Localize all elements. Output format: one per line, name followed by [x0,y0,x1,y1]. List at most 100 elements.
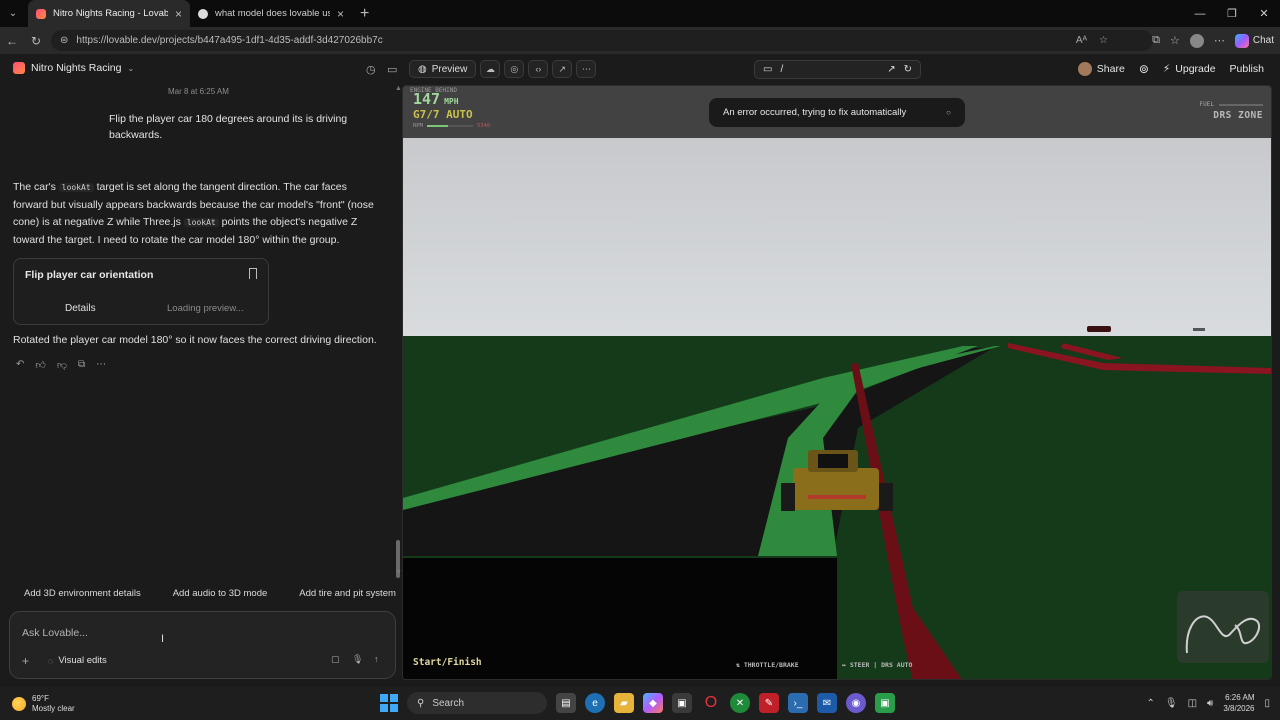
xbox-icon[interactable]: ✕ [730,693,750,713]
volume-icon[interactable]: 🔊︎ [1207,698,1213,709]
chat-mode-icon[interactable]: ▢ [331,654,340,665]
scroll-down-icon[interactable]: ▼ [395,569,402,576]
sidebar-toggle-icon[interactable]: ▭ [387,63,397,76]
reload-preview-icon[interactable]: ↻ [904,64,912,75]
suggestion-chip[interactable]: Add 3D environment details [13,588,141,599]
weather-condition: Mostly clear [32,704,75,713]
url-text: https://lovable.dev/projects/b447a495-1d… [76,35,383,46]
tab-list-icon[interactable]: ⌄ [3,4,23,24]
powershell-icon[interactable]: ›_ [788,693,808,713]
weather-text: 69°F Mostly clear [32,694,75,714]
chat-input-box[interactable]: Ask Lovable... + ◌ Visual edits ▢ 🎙︎ ↑ [9,611,396,679]
new-tab-icon[interactable]: + [360,5,369,23]
close-window-icon[interactable]: ✕ [1248,0,1280,27]
copy-icon[interactable]: ⧉ [78,359,85,371]
microphone-icon[interactable]: 🎙︎ [352,654,363,665]
undo-icon[interactable]: ↶ [16,359,24,371]
loading-preview-text: Loading preview... [167,303,244,314]
controls-hint-steer: ↔ STEER | DRS AUTO [842,661,913,669]
profile-avatar[interactable] [1189,33,1204,48]
clock[interactable]: 6:26 AM 3/8/2026 [1223,692,1254,714]
chat-app-icon[interactable]: ◉ [846,693,866,713]
more-icon[interactable]: ⋯ [96,359,106,371]
preview-button[interactable]: ◍ Preview [409,60,477,78]
outlook-icon[interactable]: ✉ [817,693,837,713]
copilot-chat-button[interactable]: Chat [1234,33,1274,48]
hud-bottom: Start/Finish ⇅ THROTTLE/BRAKE ↔ STEER | … [403,653,1271,679]
thumbs-up-icon[interactable]: 👍︎ [35,359,45,371]
close-tab-icon[interactable]: × [175,7,182,21]
restore-icon[interactable]: ❐ [1216,0,1248,27]
minimize-icon[interactable]: — [1184,0,1216,27]
close-tab-icon[interactable]: × [337,7,344,21]
upgrade-button[interactable]: ⚡ Upgrade [1163,63,1216,75]
fuel-label: FUEL [1199,101,1214,108]
chat-input[interactable]: Ask Lovable... [22,627,88,639]
thumbs-down-icon[interactable]: 👎︎ [57,359,67,371]
tray-overflow-icon[interactable]: ⌃ [1146,698,1154,709]
chat-panel: Mar 8 at 6:25 AM Flip the player car 180… [0,85,402,687]
opera-icon[interactable]: O [701,693,721,713]
device-icon[interactable]: ▭ [763,64,772,75]
visual-edits-button[interactable]: ◌ Visual edits [42,653,113,668]
taskbar-search[interactable]: ⚲ Search [407,692,547,714]
url-field[interactable]: ⊜ https://lovable.dev/projects/b447a495-… [51,30,1153,51]
tab-title: what model does lovable use - Go [215,8,330,19]
edit-card[interactable]: Flip player car orientation Details Load… [13,258,269,325]
read-aloud-icon[interactable]: Aᴬ [1076,35,1087,46]
rival-car [1087,326,1111,332]
extensions-icon[interactable]: ⧉ [1152,34,1160,47]
analytics-icon[interactable]: ↗ [552,60,573,78]
details-button[interactable]: Details [65,303,96,314]
weather-widget[interactable]: 69°F Mostly clear [12,694,75,714]
add-attachment-icon[interactable]: + [22,654,29,668]
back-icon[interactable]: ← [0,34,24,48]
route-path: / [780,64,784,75]
task-view-icon[interactable]: ▤ [556,693,576,713]
edge-browser-icon[interactable]: e [585,693,605,713]
project-menu[interactable]: Nitro Nights Racing ⌄ [13,62,134,74]
code-icon[interactable]: ‹› [528,60,549,78]
more-options-icon[interactable]: ⋯ [576,60,597,78]
refresh-icon[interactable]: ↻ [24,34,48,48]
suggestion-chip[interactable]: Add audio to 3D mode [162,588,268,599]
edit-card-title: Flip player car orientation [25,269,154,281]
user-avatar [1077,62,1092,76]
publish-button[interactable]: Publish [1230,63,1264,75]
file-explorer-icon[interactable]: ▰ [614,693,634,713]
network-icon[interactable]: ◫ [1188,698,1197,709]
terminal-app-icon[interactable]: ▣ [875,693,895,713]
preview-frame[interactable]: ENGINE BEHIND 147 MPH G7/7 AUTO RPM 5340 … [402,85,1272,680]
cloud-icon[interactable]: ☁ [480,60,501,78]
site-info-icon[interactable]: ⊜ [60,35,68,46]
more-icon[interactable]: ⋯ [1214,34,1225,47]
github-icon[interactable]: ⊚ [1139,62,1149,76]
favorite-star-icon[interactable]: ☆ [1099,35,1108,46]
controls-hint-throttle: ⇅ THROTTLE/BRAKE [736,661,799,669]
rpm-value: 5340 [476,123,491,129]
bookmark-icon[interactable] [249,268,257,279]
fuel-gauge: FUEL [1200,101,1263,108]
chevron-down-icon: ⌄ [127,63,135,73]
copilot-app-icon[interactable]: ◆ [643,693,663,713]
result-message: Rotated the player car model 180° so it … [13,334,377,346]
red-app-icon[interactable]: ✎ [759,693,779,713]
suggestion-chip[interactable]: Add tire and pit system [288,588,396,599]
favorites-icon[interactable]: ☆ [1170,34,1180,47]
open-external-icon[interactable]: ↗ [887,64,895,75]
share-button[interactable]: Share [1077,62,1125,76]
fuel-bar [1219,103,1263,106]
history-icon[interactable]: ◷ [366,63,376,76]
visual-edits-label: Visual edits [58,655,107,666]
microphone-tray-icon[interactable]: 🎙︎ [1165,698,1178,709]
tab-google-search[interactable]: what model does lovable use - Go × [190,0,352,27]
scroll-up-icon[interactable]: ▲ [395,85,402,92]
windows-start-icon[interactable] [380,694,398,712]
notifications-icon[interactable]: ▯ [1264,698,1270,709]
store-icon[interactable]: ▣ [672,693,692,713]
tab-nitro-nights[interactable]: Nitro Nights Racing - Lovable × [28,0,190,27]
send-icon[interactable]: ↑ [374,654,379,664]
route-path-field[interactable]: ▭ / ↗ ↻ [754,60,921,79]
rival-car-2 [1193,328,1205,331]
design-icon[interactable]: ◎ [504,60,525,78]
